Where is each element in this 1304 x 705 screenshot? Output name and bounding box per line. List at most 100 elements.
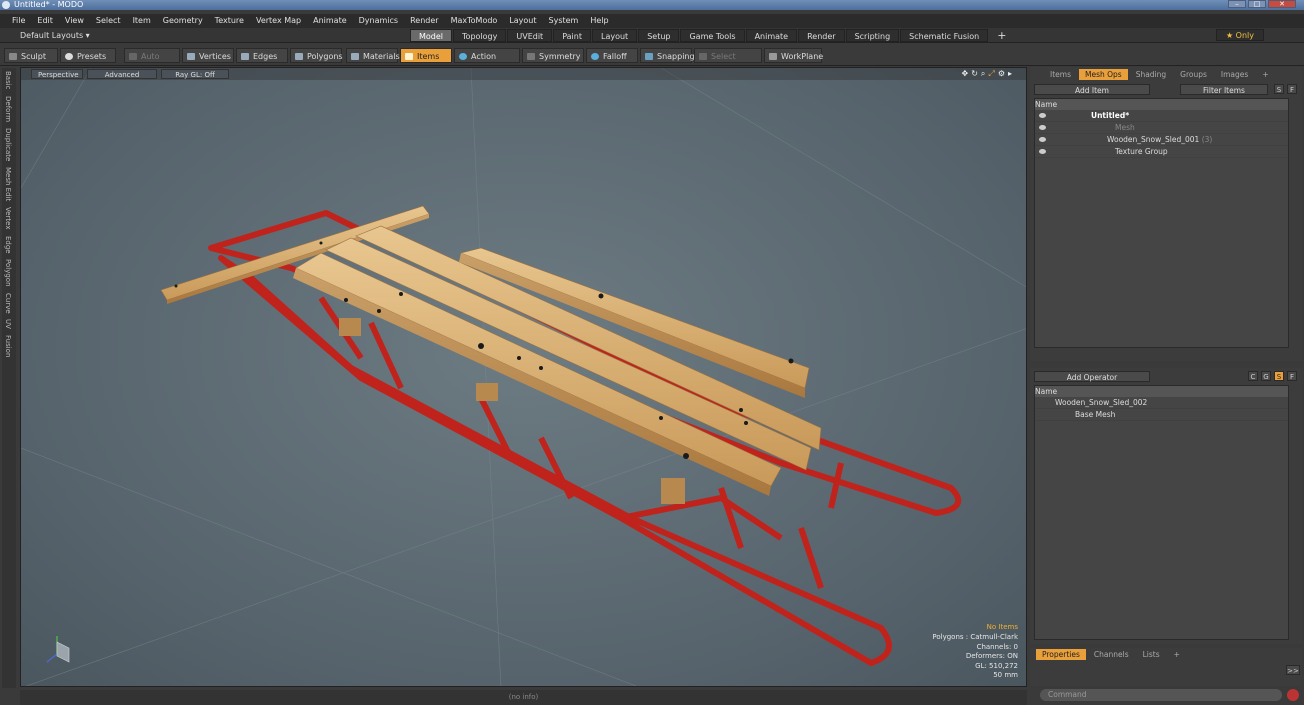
- fit-view-icon[interactable]: ⤢: [988, 69, 994, 79]
- tab-game-tools[interactable]: Game Tools: [680, 29, 745, 42]
- snapping-button[interactable]: Snapping: [640, 48, 695, 63]
- tab-images[interactable]: Images: [1215, 69, 1254, 80]
- sidetab-fusion[interactable]: Fusion: [4, 335, 12, 357]
- sidetab-deform[interactable]: Deform: [4, 96, 12, 122]
- presets-button[interactable]: Presets F6: [60, 48, 116, 76]
- tab-topology[interactable]: Topology: [453, 29, 507, 42]
- tab-animate[interactable]: Animate: [745, 29, 798, 42]
- tree-row-label: Base Mesh: [1075, 410, 1116, 419]
- items-button[interactable]: Items: [400, 48, 452, 63]
- symmetry-button[interactable]: Symmetry: [522, 48, 584, 63]
- ops-s-button[interactable]: S: [1274, 371, 1284, 381]
- only-toggle[interactable]: ★ Only: [1216, 29, 1264, 41]
- expand-button[interactable]: >>: [1286, 665, 1300, 675]
- add-properties-tab-button[interactable]: +: [1168, 649, 1186, 660]
- sidetab-mesh-edit[interactable]: Mesh Edit: [4, 167, 12, 201]
- perspective-dropdown[interactable]: Perspective: [31, 69, 83, 79]
- select-through-button[interactable]: Select Through: [694, 48, 762, 76]
- tab-items[interactable]: Items: [1044, 69, 1077, 80]
- sidetab-curve[interactable]: Curve: [4, 293, 12, 314]
- tab-properties[interactable]: Properties: [1036, 649, 1086, 660]
- auto-select-button[interactable]: Auto Select: [124, 48, 180, 76]
- column-name-header: Name: [1035, 387, 1058, 396]
- advanced-dropdown[interactable]: Advanced: [87, 69, 157, 79]
- menu-texture[interactable]: Texture: [209, 14, 250, 28]
- menu-animate[interactable]: Animate: [307, 14, 353, 28]
- ops-f-button[interactable]: F: [1287, 371, 1297, 381]
- viewport-settings-icon[interactable]: ⚙: [998, 69, 1005, 79]
- sidetab-polygon[interactable]: Polygon: [4, 259, 12, 287]
- tab-uvedit[interactable]: UVEdit: [507, 29, 553, 42]
- action-center-button[interactable]: Action Center: [454, 48, 520, 76]
- menu-geometry[interactable]: Geometry: [157, 14, 209, 28]
- layout-dropdown[interactable]: Default Layouts ▾: [6, 30, 90, 41]
- tab-mesh-ops[interactable]: Mesh Ops: [1078, 69, 1128, 80]
- menu-view[interactable]: View: [59, 14, 90, 28]
- minimize-button[interactable]: –: [1228, 0, 1246, 8]
- menu-file[interactable]: File: [6, 14, 31, 28]
- menu-edit[interactable]: Edit: [31, 14, 59, 28]
- tab-render[interactable]: Render: [798, 29, 845, 42]
- edges-button[interactable]: Edges 2: [236, 48, 288, 76]
- raygl-dropdown[interactable]: Ray GL: Off: [161, 69, 229, 79]
- visibility-eye-icon[interactable]: [1039, 137, 1046, 142]
- add-operator-dropdown[interactable]: Add Operator: [1034, 371, 1150, 382]
- menu-select[interactable]: Select: [90, 14, 127, 28]
- 3d-viewport[interactable]: Perspective Advanced Ray GL: Off ✥ ↻ ⌕ ⤢…: [20, 67, 1027, 687]
- record-macro-icon[interactable]: [1287, 689, 1299, 701]
- tab-groups[interactable]: Groups: [1174, 69, 1213, 80]
- ops-g-button[interactable]: G: [1261, 371, 1271, 381]
- maximize-button[interactable]: □: [1248, 0, 1266, 8]
- close-button[interactable]: ✕: [1268, 0, 1296, 8]
- menu-maxtomodo[interactable]: MaxToModo: [445, 14, 504, 28]
- viewport-menu-icon[interactable]: ▸: [1008, 69, 1012, 79]
- visibility-eye-icon[interactable]: [1039, 113, 1046, 118]
- sculpt-button[interactable]: Sculpt: [4, 48, 58, 63]
- move-view-icon[interactable]: ✥: [962, 69, 969, 79]
- tab-layout[interactable]: Layout: [591, 29, 638, 42]
- items-s-button[interactable]: S: [1274, 84, 1284, 94]
- visibility-eye-icon[interactable]: [1039, 149, 1046, 154]
- tab-setup[interactable]: Setup: [638, 29, 680, 42]
- items-f-button[interactable]: F: [1287, 84, 1297, 94]
- polygons-button[interactable]: Polygons: [290, 48, 343, 63]
- sidetab-uv[interactable]: UV: [4, 319, 12, 329]
- vertices-button[interactable]: Vertices 1: [182, 48, 234, 76]
- tab-lists[interactable]: Lists: [1137, 649, 1166, 660]
- falloff-button[interactable]: Falloff: [586, 48, 638, 63]
- visibility-eye-icon[interactable]: [1039, 125, 1046, 130]
- tab-model[interactable]: Model: [410, 29, 453, 42]
- add-item-dropdown[interactable]: Add Item: [1034, 84, 1150, 95]
- menu-item[interactable]: Item: [127, 14, 157, 28]
- ops-c-button[interactable]: C: [1248, 371, 1258, 381]
- sidetab-duplicate[interactable]: Duplicate: [4, 128, 12, 161]
- add-tab-button[interactable]: +: [989, 29, 1014, 42]
- menu-vertex-map[interactable]: Vertex Map: [250, 14, 307, 28]
- tree-row[interactable]: Wooden_Snow_Sled_002: [1035, 397, 1288, 409]
- tab-shading[interactable]: Shading: [1130, 69, 1172, 80]
- tab-scripting[interactable]: Scripting: [845, 29, 900, 42]
- tab-paint[interactable]: Paint: [553, 29, 591, 42]
- tab-schematic-fusion[interactable]: Schematic Fusion: [900, 29, 989, 42]
- sidetab-edge[interactable]: Edge: [4, 236, 12, 254]
- tree-row[interactable]: Mesh: [1035, 122, 1288, 134]
- menu-system[interactable]: System: [543, 14, 585, 28]
- menu-layout[interactable]: Layout: [503, 14, 542, 28]
- tree-row[interactable]: Base Mesh: [1035, 409, 1288, 421]
- materials-button[interactable]: Materials: [346, 48, 400, 63]
- rotate-view-icon[interactable]: ↻: [971, 69, 978, 79]
- sidetab-basic[interactable]: Basic: [4, 71, 12, 90]
- zoom-view-icon[interactable]: ⌕: [981, 69, 985, 79]
- workplane-button[interactable]: WorkPlane: [764, 48, 823, 63]
- filter-items-input[interactable]: Filter Items: [1180, 84, 1268, 95]
- menu-help[interactable]: Help: [584, 14, 614, 28]
- menu-render[interactable]: Render: [404, 14, 444, 28]
- command-input[interactable]: Command: [1040, 689, 1282, 701]
- sidetab-vertex[interactable]: Vertex: [4, 207, 12, 230]
- tree-row[interactable]: Wooden_Snow_Sled_001 (3): [1035, 134, 1288, 146]
- add-panel-tab-button[interactable]: +: [1256, 69, 1274, 80]
- tree-row[interactable]: Texture Group: [1035, 146, 1288, 158]
- menu-dynamics[interactable]: Dynamics: [353, 14, 404, 28]
- tree-row[interactable]: Untitled*: [1035, 110, 1288, 122]
- tab-channels[interactable]: Channels: [1088, 649, 1135, 660]
